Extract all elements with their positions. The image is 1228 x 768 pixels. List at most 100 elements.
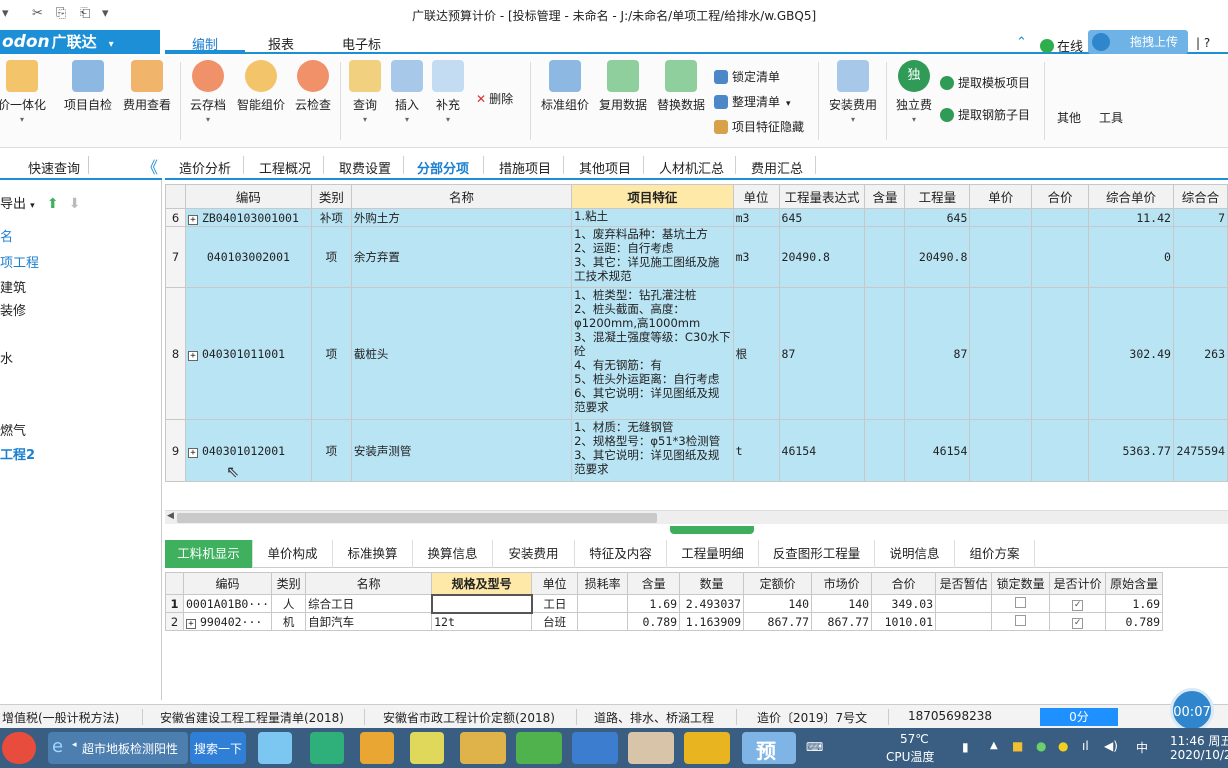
- col-header-content[interactable]: 含量: [864, 184, 906, 209]
- col-header-composite-unit-price[interactable]: 综合单价: [1088, 184, 1174, 209]
- replace-data-button[interactable]: 替换数据: [654, 60, 708, 113]
- scrollbar-thumb[interactable]: [177, 513, 657, 523]
- row-total[interactable]: [1031, 226, 1090, 288]
- independent-fee-button[interactable]: 独独立费 ▾: [892, 60, 936, 124]
- extract-rebar-button[interactable]: 提取钢筋子目: [940, 106, 1030, 123]
- tab-cost-analysis[interactable]: 造价分析: [179, 158, 231, 177]
- expand-icon[interactable]: +: [187, 214, 198, 225]
- taskbar-pricing-app-icon[interactable]: 预: [742, 732, 796, 764]
- col-header-code[interactable]: 编码: [182, 572, 273, 595]
- tree-item-single-project[interactable]: 项工程: [0, 252, 39, 271]
- row-composite-total[interactable]: [1172, 226, 1228, 288]
- col-header-lock-quantity[interactable]: 锁定数量: [991, 572, 1051, 595]
- row-code[interactable]: 040301011001: [202, 347, 285, 361]
- extract-template-button[interactable]: 提取模板项目: [940, 74, 1030, 91]
- row-market-price[interactable]: 867.77: [811, 612, 873, 631]
- row-qty-expression[interactable]: 87: [778, 287, 866, 420]
- tab-description[interactable]: 说明信息: [875, 540, 955, 568]
- row-type[interactable]: 人: [271, 594, 307, 613]
- col-header-unit[interactable]: 单位: [732, 184, 780, 209]
- row-total[interactable]: 1010.01: [871, 612, 937, 631]
- input-method-icon[interactable]: 中: [1136, 739, 1148, 756]
- row-code[interactable]: ZB040103001001: [202, 211, 299, 225]
- row-composite-total[interactable]: 2475594: [1172, 419, 1228, 482]
- tab-other-items[interactable]: 其他项目: [579, 158, 631, 177]
- window-controls-icon[interactable]: | ?: [1196, 36, 1210, 50]
- cut-icon[interactable]: ✂: [32, 6, 43, 21]
- tab-standard-conversion[interactable]: 标准换算: [333, 540, 413, 568]
- price-integration-button[interactable]: 价一体化 ▾: [0, 60, 48, 124]
- horizontal-scrollbar[interactable]: ◀: [165, 510, 1228, 524]
- row-quantity[interactable]: 1.163909: [679, 612, 745, 631]
- col-header-quota-price[interactable]: 定额价: [743, 572, 813, 595]
- row-name[interactable]: 综合工日: [305, 594, 433, 613]
- copy-icon[interactable]: ⎘: [56, 6, 66, 21]
- clock-date[interactable]: 2020/10/2: [1170, 748, 1228, 762]
- col-header-features[interactable]: 项目特征: [571, 184, 734, 209]
- col-header-loss-rate[interactable]: 损耗率: [577, 572, 629, 595]
- row-loss-rate[interactable]: [577, 594, 629, 613]
- taskbar-app-icon-4[interactable]: [628, 732, 674, 764]
- table-row[interactable]: 7 040103002001 项 余方弃置 1、废弃料品种：基坑土方 2、运距：自…: [165, 226, 1228, 288]
- tree-item-gas[interactable]: 燃气: [0, 420, 26, 439]
- delete-button[interactable]: ✕ 删除: [476, 90, 513, 107]
- score-indicator[interactable]: 0分: [1040, 708, 1118, 726]
- row-content[interactable]: [864, 226, 906, 288]
- col-header-total[interactable]: 合价: [1031, 184, 1090, 209]
- move-up-icon[interactable]: ⬆: [47, 196, 59, 212]
- app-menu-button[interactable]: odon 广联达 ▾: [0, 30, 160, 54]
- row-is-estimated[interactable]: [935, 612, 993, 631]
- row-composite-unit-price[interactable]: 5363.77: [1088, 419, 1174, 482]
- col-header-qty-expression[interactable]: 工程量表达式: [778, 184, 866, 209]
- paste-icon[interactable]: ⎗: [80, 6, 90, 21]
- tab-install-fee[interactable]: 安装费用: [493, 540, 575, 568]
- row-name[interactable]: 余方弃置: [350, 226, 573, 288]
- tab-unit-price-composition[interactable]: 单价构成: [253, 540, 333, 568]
- row-total[interactable]: [1031, 208, 1090, 227]
- taskbar-app-icon-3[interactable]: [516, 732, 562, 764]
- row-qty-expression[interactable]: 46154: [778, 419, 866, 482]
- taskbar-media-icon[interactable]: [360, 732, 394, 764]
- hide-features-button[interactable]: 项目特征隐藏: [714, 118, 804, 135]
- col-header-type[interactable]: 类别: [310, 184, 352, 209]
- row-name[interactable]: 截桩头: [350, 287, 573, 420]
- col-header-quantity[interactable]: 数量: [679, 572, 745, 595]
- row-total[interactable]: 349.03: [871, 594, 937, 613]
- export-button[interactable]: 导出 ▾: [0, 197, 35, 212]
- row-original-content[interactable]: 0.789: [1105, 612, 1164, 631]
- taskbar-app-icon-5[interactable]: [684, 732, 730, 764]
- col-header-type[interactable]: 类别: [271, 572, 307, 595]
- taskbar-word-icon[interactable]: [572, 732, 618, 764]
- quick-access-dropdown-icon[interactable]: ▾: [2, 6, 9, 21]
- expand-icon[interactable]: +: [187, 350, 198, 361]
- row-quantity[interactable]: 46154: [904, 419, 971, 482]
- row-market-price[interactable]: 140: [811, 594, 873, 613]
- lock-list-button[interactable]: 锁定清单: [714, 68, 780, 85]
- organize-list-button[interactable]: 整理清单 ▾: [714, 93, 791, 110]
- row-composite-unit-price[interactable]: 302.49: [1088, 287, 1174, 420]
- row-quantity[interactable]: 645: [904, 208, 971, 227]
- col-header-original-content[interactable]: 原始含量: [1105, 572, 1164, 595]
- tab-fee-settings[interactable]: 取费设置: [339, 158, 391, 177]
- tab-measures[interactable]: 措施项目: [499, 158, 551, 177]
- row-spec[interactable]: [430, 593, 533, 614]
- row-unit-price[interactable]: [969, 419, 1033, 482]
- start-button-icon[interactable]: [2, 732, 36, 764]
- supplement-button[interactable]: 补充 ▾: [430, 60, 466, 124]
- insert-button[interactable]: 插入 ▾: [390, 60, 424, 124]
- move-down-icon[interactable]: ⬇: [69, 196, 81, 212]
- col-header-unit-price[interactable]: 单价: [969, 184, 1033, 209]
- row-type[interactable]: 补项: [310, 208, 352, 227]
- col-header-spec[interactable]: 规格及型号: [431, 572, 533, 595]
- row-name[interactable]: 安装声测管: [350, 419, 573, 482]
- tab-conversion-info[interactable]: 换算信息: [413, 540, 493, 568]
- lock-quantity-checkbox[interactable]: [1015, 614, 1027, 626]
- row-quantity[interactable]: 20490.8: [904, 226, 971, 288]
- row-original-content[interactable]: 1.69: [1105, 594, 1164, 613]
- tree-item-project-2[interactable]: 工程2: [0, 444, 35, 463]
- tray-expand-icon[interactable]: ▲: [990, 740, 998, 751]
- col-header-name[interactable]: 名称: [305, 572, 433, 595]
- row-code[interactable]: 040103002001: [184, 226, 312, 288]
- row-unit-price[interactable]: [969, 226, 1033, 288]
- tree-item-root[interactable]: 名: [0, 226, 13, 245]
